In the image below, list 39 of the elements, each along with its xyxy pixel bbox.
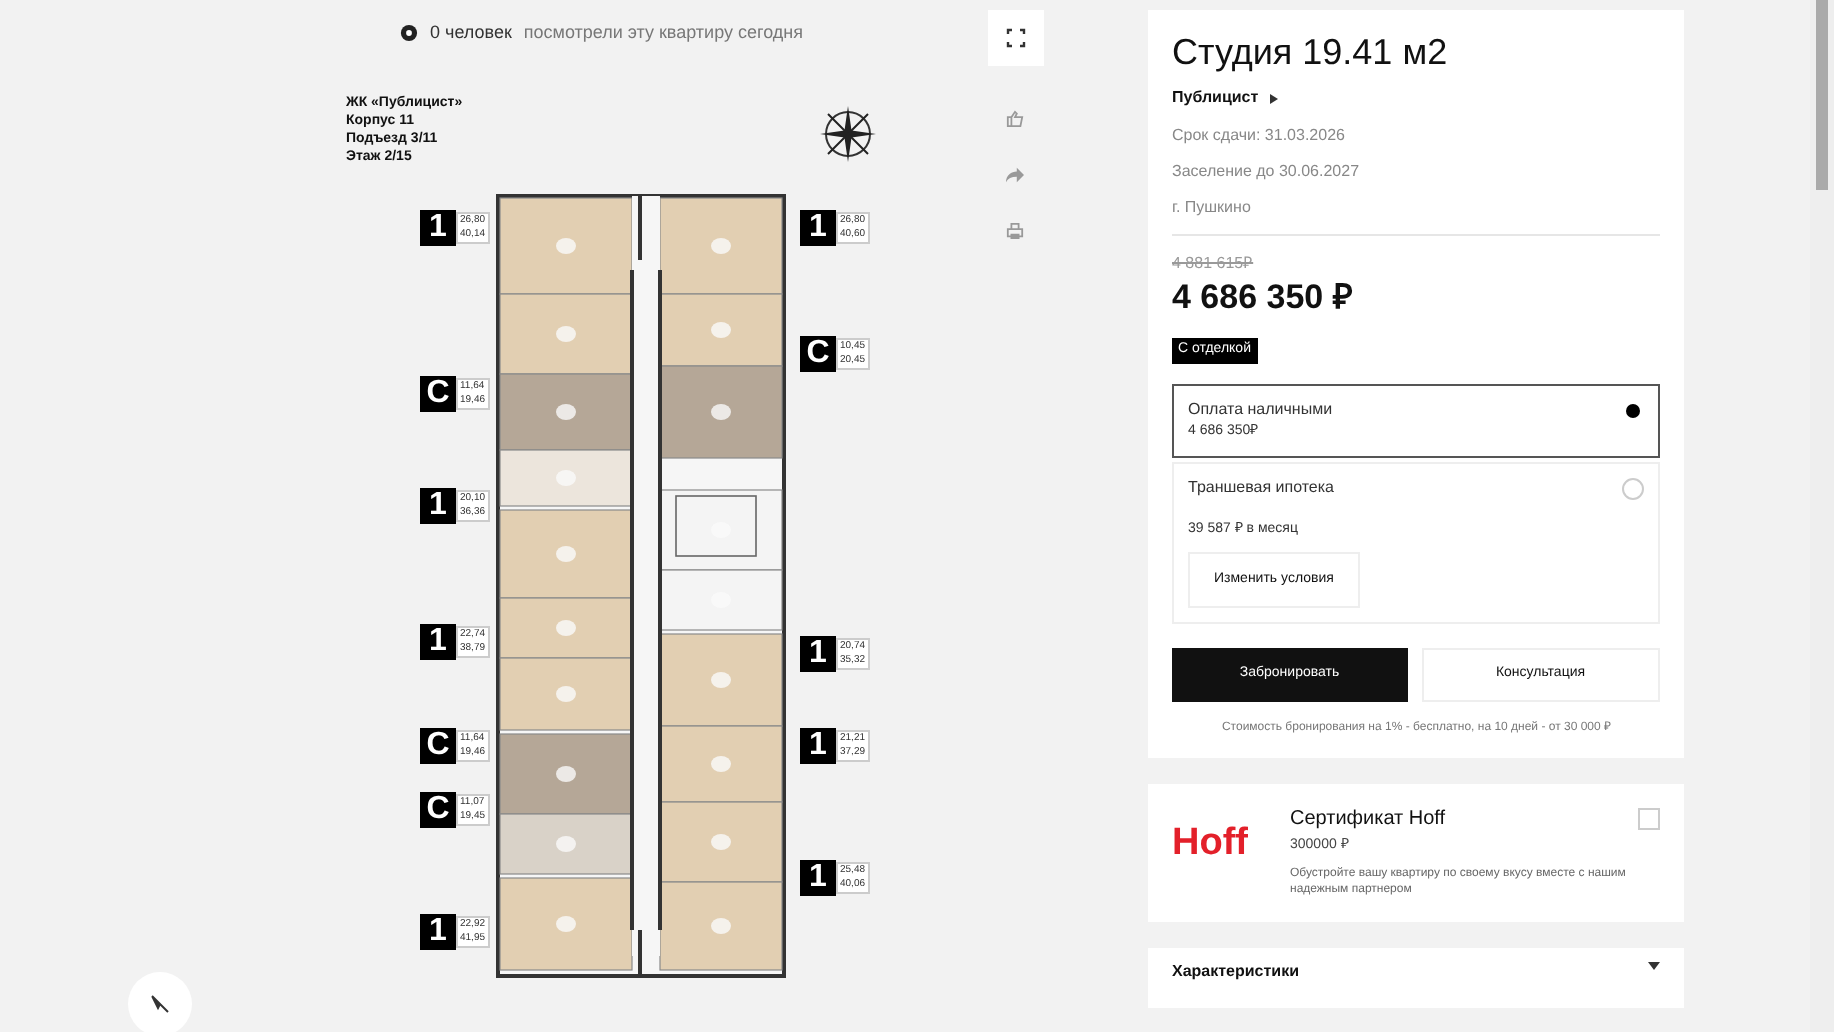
apartment-type-badge: 1 [420,210,456,246]
checkbox[interactable] [1638,808,1660,830]
apartment-type-badge: 1 [800,860,836,896]
compass-icon [146,990,174,1018]
viewer-text: посмотрели эту квартиру сегодня [523,20,803,46]
apartment-title: Студия 19.41 м2 [1172,30,1450,74]
old-price: 4 881 615₽ [1172,252,1256,276]
option-title: Оплата наличными [1188,399,1333,419]
detail-text: Срок сдачи: 31.03.2026 [1172,126,1347,146]
characteristics-title[interactable]: Характеристики [1172,961,1300,981]
certificate-title: Сертификат Hoff [1290,808,1448,832]
eye-icon [400,24,418,43]
apartment-type-badge: C [420,792,456,828]
viewer-count: 0 человек [430,20,512,46]
price: 4 686 350 ₽ [1172,276,1355,320]
brand-logo: Hoff [1172,824,1250,862]
compass-button[interactable] [128,972,192,1032]
expand-icon [1006,28,1026,48]
fullscreen-button[interactable] [988,10,1044,66]
apartment-type-badge: 1 [800,636,836,672]
detail-text: Заселение до 30.06.2027 [1172,162,1362,182]
project-link[interactable]: Публицист [1172,86,1660,110]
caret-icon [1270,93,1279,103]
thumbs-up-icon [1005,109,1023,127]
apartment-type-badge: 1 [800,210,836,246]
apartment-type-badge: 1 [420,488,456,524]
apartment-type-badge: 1 [800,728,836,764]
apartment-type-badge: C [420,376,456,412]
scrollbar[interactable] [1810,0,1834,1032]
apartment-type-badge: C [420,728,456,764]
apartment-type-badge: 1 [420,624,456,660]
printer-icon [1005,221,1023,239]
radio-button[interactable] [1622,477,1644,499]
option-title: Траншевая ипотека [1188,477,1335,497]
share-icon [1005,165,1023,183]
detail-text: г. Пушкино [1172,198,1253,218]
radio-button[interactable] [1622,399,1644,421]
apartment-type-badge: C [800,336,836,372]
apartment-type-badge: 1 [420,914,456,950]
